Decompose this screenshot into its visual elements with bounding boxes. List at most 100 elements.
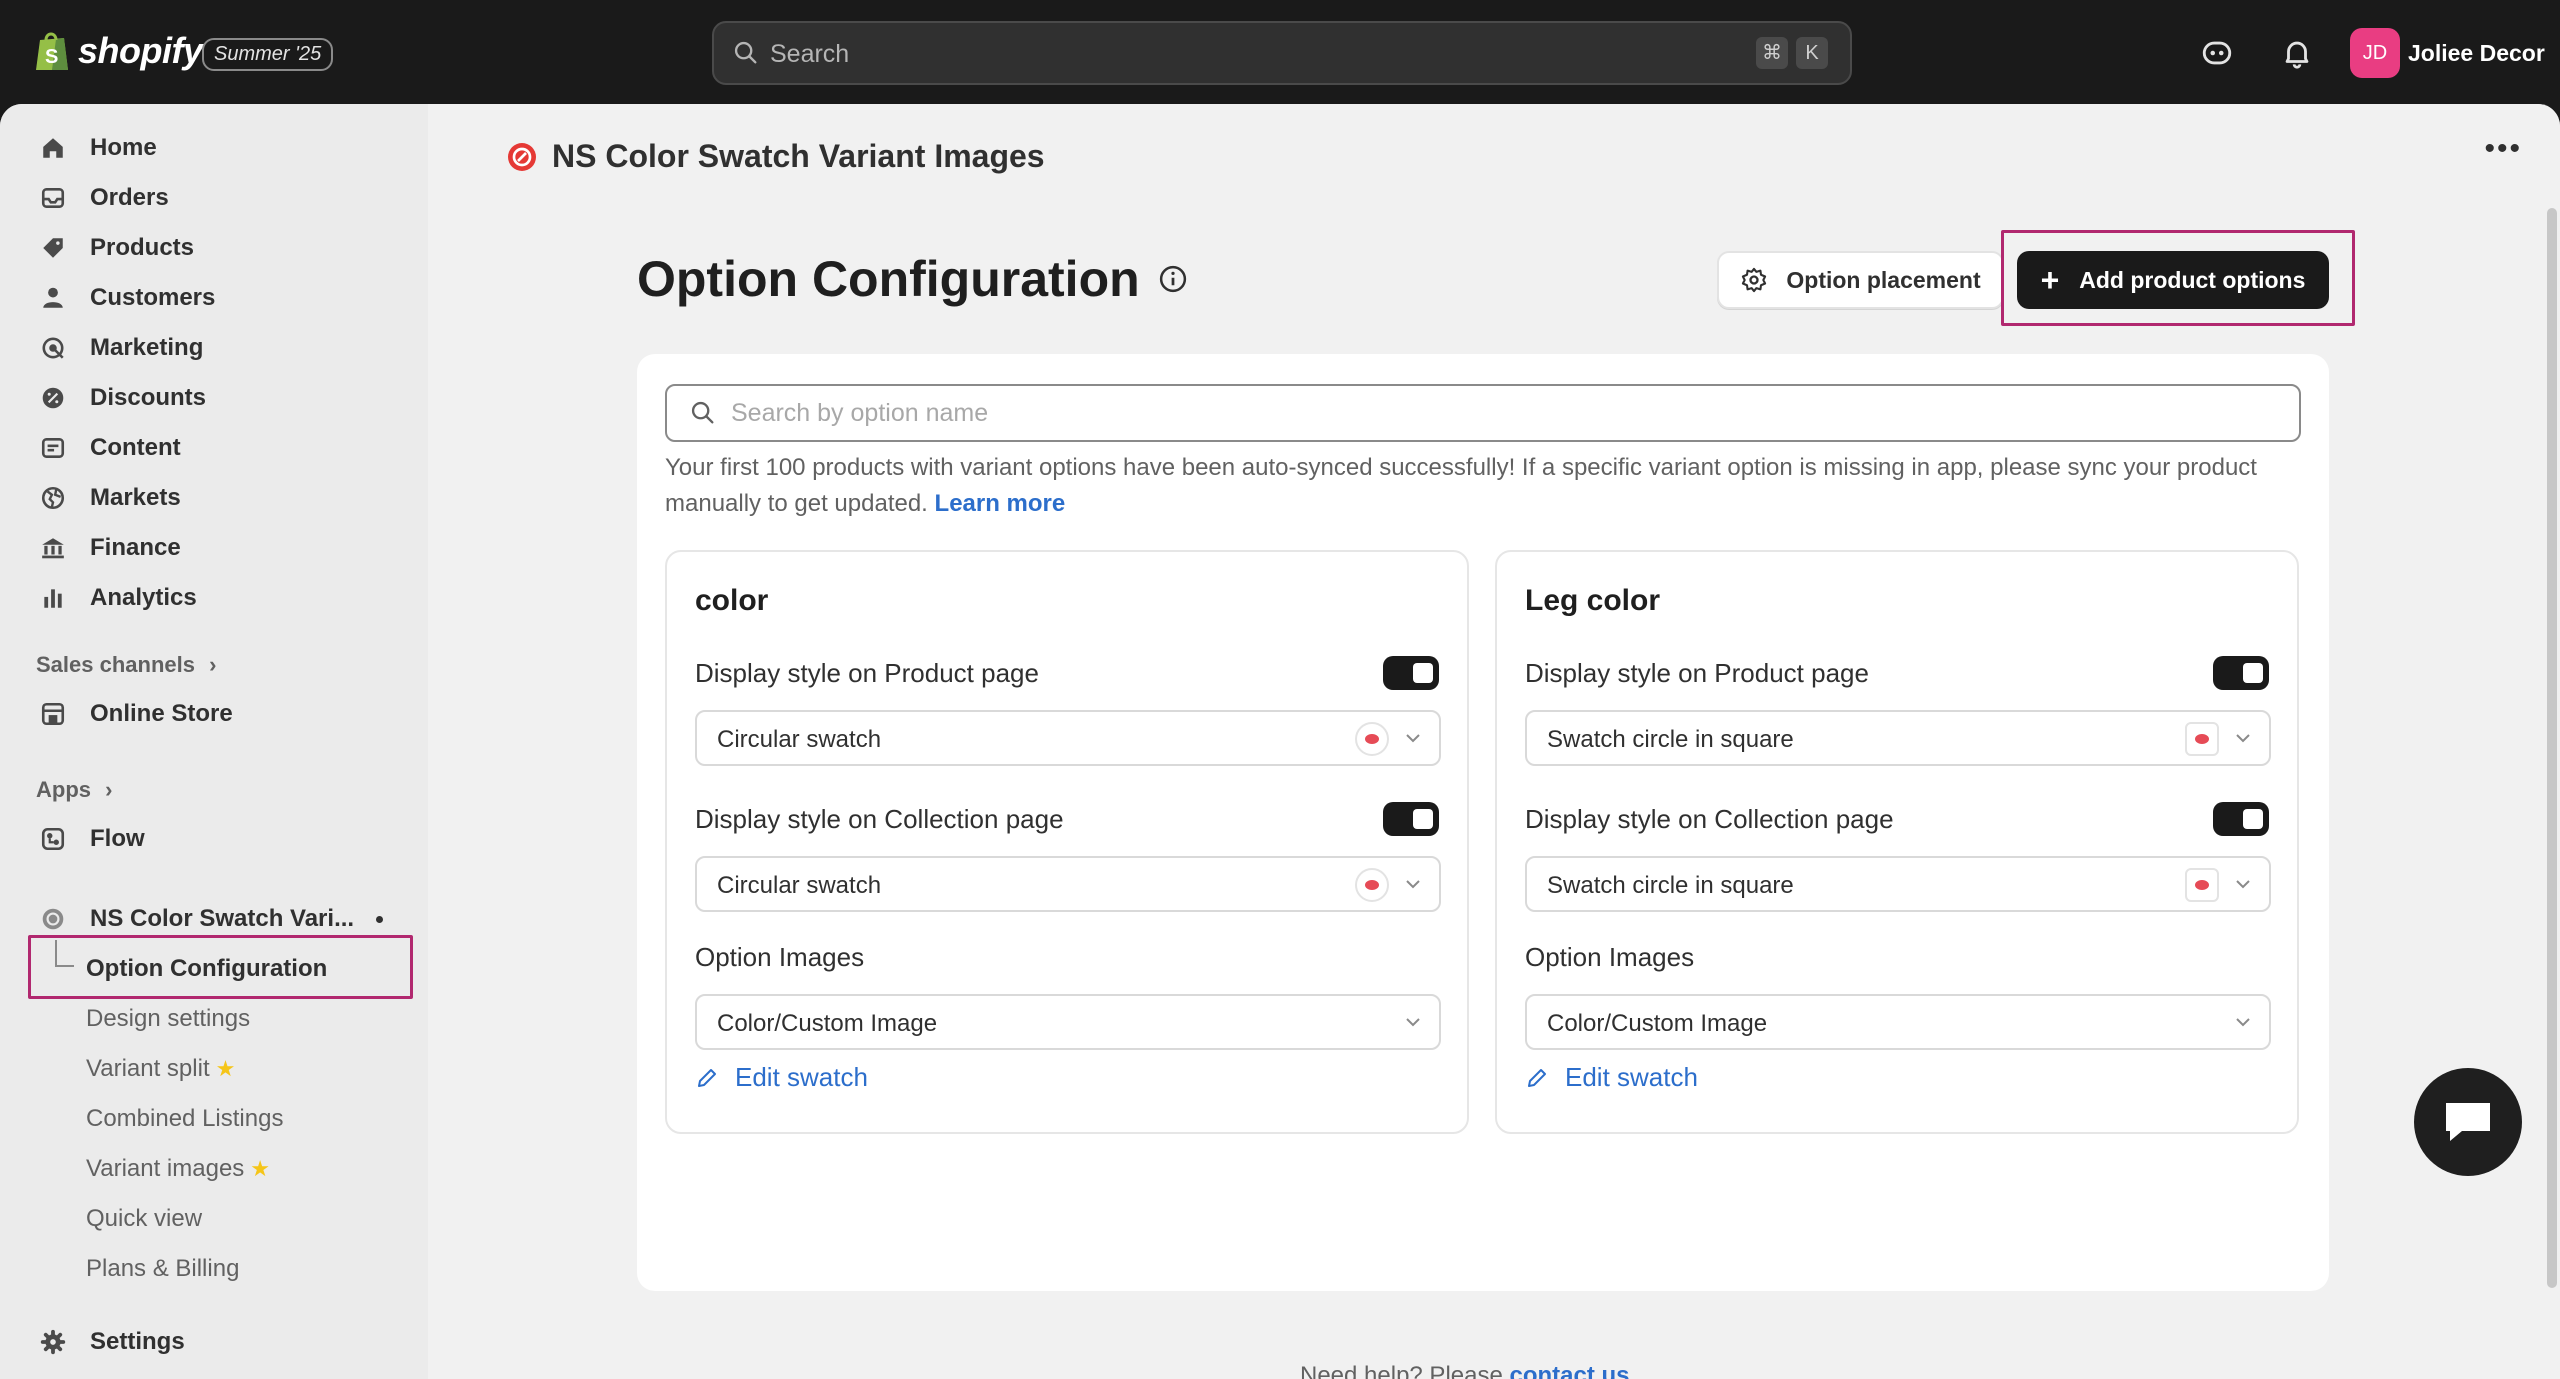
shopify-bag-icon: S — [36, 32, 68, 70]
sidebar-subitem-label: Variant images — [86, 1155, 245, 1182]
sync-notice: Your first 100 products with variant opt… — [665, 450, 2305, 522]
collection-display-select[interactable]: Circular swatch — [695, 856, 1441, 912]
option-placement-button[interactable]: Option placement — [1717, 251, 2004, 309]
option-search-input[interactable] — [731, 398, 2231, 428]
sidebar-item-flow[interactable]: Flow — [36, 819, 145, 859]
sidebar-item-label: Settings — [90, 1328, 185, 1355]
shopify-logo[interactable]: S shopify — [34, 30, 203, 72]
sidebar-item-settings[interactable]: Settings — [36, 1322, 185, 1362]
sidebar-item-markets[interactable]: Markets — [36, 478, 181, 518]
search-icon — [734, 41, 757, 64]
collection-display-toggle[interactable] — [2213, 802, 2269, 836]
admin-frame: Home Orders Products Customers Marketing… — [0, 104, 2560, 1379]
globe-icon — [36, 481, 70, 515]
product-display-select[interactable]: Circular swatch — [695, 710, 1441, 766]
sidebar-item-label: Orders — [90, 184, 169, 211]
option-images-value: Color/Custom Image — [717, 1010, 938, 1037]
gear-icon — [1742, 267, 1767, 293]
learn-more-link[interactable]: Learn more — [935, 490, 1066, 517]
star-icon: ★ — [250, 1156, 271, 1181]
sidebar-subitem-label: Combined Listings — [86, 1105, 284, 1132]
pin-dot-icon[interactable] — [376, 916, 383, 923]
info-icon[interactable] — [1158, 264, 1188, 294]
app-logo-icon — [508, 142, 536, 171]
option-images-select[interactable]: Color/Custom Image — [695, 994, 1441, 1050]
sidekick-icon[interactable] — [2200, 36, 2234, 70]
highlight-option-configuration — [28, 935, 413, 999]
sales-channels-label: Sales channels — [36, 652, 195, 677]
chevron-right-icon: › — [105, 777, 113, 802]
brand-name: shopify — [78, 30, 203, 71]
edit-swatch-link[interactable]: Edit swatch — [695, 1062, 868, 1093]
sidebar-item-finance[interactable]: Finance — [36, 528, 181, 568]
flow-icon — [36, 822, 70, 856]
option-name: Leg color — [1525, 584, 1661, 617]
sidebar-item-customers[interactable]: Customers — [36, 278, 215, 318]
option-images-select[interactable]: Color/Custom Image — [1525, 994, 2271, 1050]
option-card-color: color Display style on Product page Circ… — [665, 550, 1469, 1134]
option-images-value: Color/Custom Image — [1547, 1010, 1768, 1037]
sidebar-subitem-variant-images[interactable]: Variant images ★ — [86, 1149, 270, 1189]
help-footer: Need help? Please contact us — [1300, 1362, 1630, 1379]
product-display-toggle[interactable] — [1383, 656, 1439, 690]
collection-display-toggle[interactable] — [1383, 802, 1439, 836]
storefront-icon — [36, 697, 70, 731]
top-bar: S shopify Summer '25 Search ⌘ K JD Jolie… — [0, 0, 2560, 104]
swatch-preview-icon — [1355, 722, 1389, 756]
sidebar-item-label: Home — [90, 134, 157, 161]
bell-icon[interactable] — [2280, 36, 2314, 70]
sidebar-subitem-plans-billing[interactable]: Plans & Billing — [86, 1249, 239, 1289]
product-display-select[interactable]: Swatch circle in square — [1525, 710, 2271, 766]
edition-badge[interactable]: Summer '25 — [202, 38, 334, 71]
sales-channels-heading[interactable]: Sales channels › — [36, 652, 216, 678]
collection-display-select[interactable]: Swatch circle in square — [1525, 856, 2271, 912]
sidebar-item-products[interactable]: Products — [36, 228, 194, 268]
swatch-preview-icon — [1355, 868, 1389, 902]
sidebar-subitem-design-settings[interactable]: Design settings — [86, 999, 250, 1039]
apps-heading[interactable]: Apps › — [36, 777, 112, 803]
contact-us-link[interactable]: contact us — [1510, 1362, 1630, 1379]
product-display-label: Display style on Product page — [695, 658, 1039, 688]
edit-swatch-link[interactable]: Edit swatch — [1525, 1062, 1698, 1093]
chevron-right-icon: › — [209, 652, 217, 677]
chat-button[interactable] — [2414, 1068, 2522, 1176]
app-title-text: NS Color Swatch Variant Images — [552, 138, 1045, 174]
option-search-field[interactable] — [665, 384, 2301, 442]
sidebar-subitem-quick-view[interactable]: Quick view — [86, 1199, 202, 1239]
store-name[interactable]: Joliee Decor — [2408, 40, 2545, 67]
search-icon — [691, 401, 714, 424]
sidebar-item-app[interactable]: NS Color Swatch Vari... — [36, 899, 354, 939]
more-actions-icon[interactable]: ••• — [2484, 132, 2522, 166]
sidebar-item-content[interactable]: Content — [36, 428, 181, 468]
collection-display-value: Swatch circle in square — [1547, 872, 1794, 899]
page-title-text: Option Configuration — [637, 251, 1140, 307]
sidebar-subitem-variant-split[interactable]: Variant split ★ — [86, 1049, 235, 1089]
sidebar-item-marketing[interactable]: Marketing — [36, 328, 203, 368]
page-scrollbar[interactable] — [2547, 208, 2557, 1288]
sidebar-item-home[interactable]: Home — [36, 128, 157, 168]
sidebar-item-label: NS Color Swatch Vari... — [90, 905, 355, 932]
sidebar-subitem-combined-listings[interactable]: Combined Listings — [86, 1099, 283, 1139]
app-icon — [36, 902, 70, 936]
sidebar-item-orders[interactable]: Orders — [36, 178, 169, 218]
bank-icon — [36, 531, 70, 565]
chat-bubble-icon — [2446, 1103, 2490, 1141]
sidebar-item-online-store[interactable]: Online Store — [36, 694, 233, 734]
option-images-label: Option Images — [695, 942, 865, 972]
sidebar-item-discounts[interactable]: Discounts — [36, 378, 206, 418]
chevron-down-icon — [1406, 880, 1420, 889]
edit-swatch-label: Edit swatch — [1565, 1062, 1698, 1092]
product-display-toggle[interactable] — [2213, 656, 2269, 690]
sync-notice-text: Your first 100 products with variant opt… — [665, 454, 2257, 517]
global-search[interactable]: Search ⌘ K — [712, 21, 1852, 85]
home-icon — [36, 131, 70, 165]
chevron-down-icon — [2236, 880, 2250, 889]
avatar[interactable]: JD — [2350, 28, 2400, 78]
pencil-icon — [698, 1068, 716, 1087]
option-card-leg-color: Leg color Display style on Product page … — [1495, 550, 2299, 1134]
sidebar: Home Orders Products Customers Marketing… — [0, 104, 428, 1379]
pencil-icon — [1528, 1068, 1546, 1087]
sidebar-item-label: Discounts — [90, 384, 207, 411]
sidebar-item-analytics[interactable]: Analytics — [36, 578, 197, 618]
chevron-down-icon — [1406, 1018, 1420, 1027]
